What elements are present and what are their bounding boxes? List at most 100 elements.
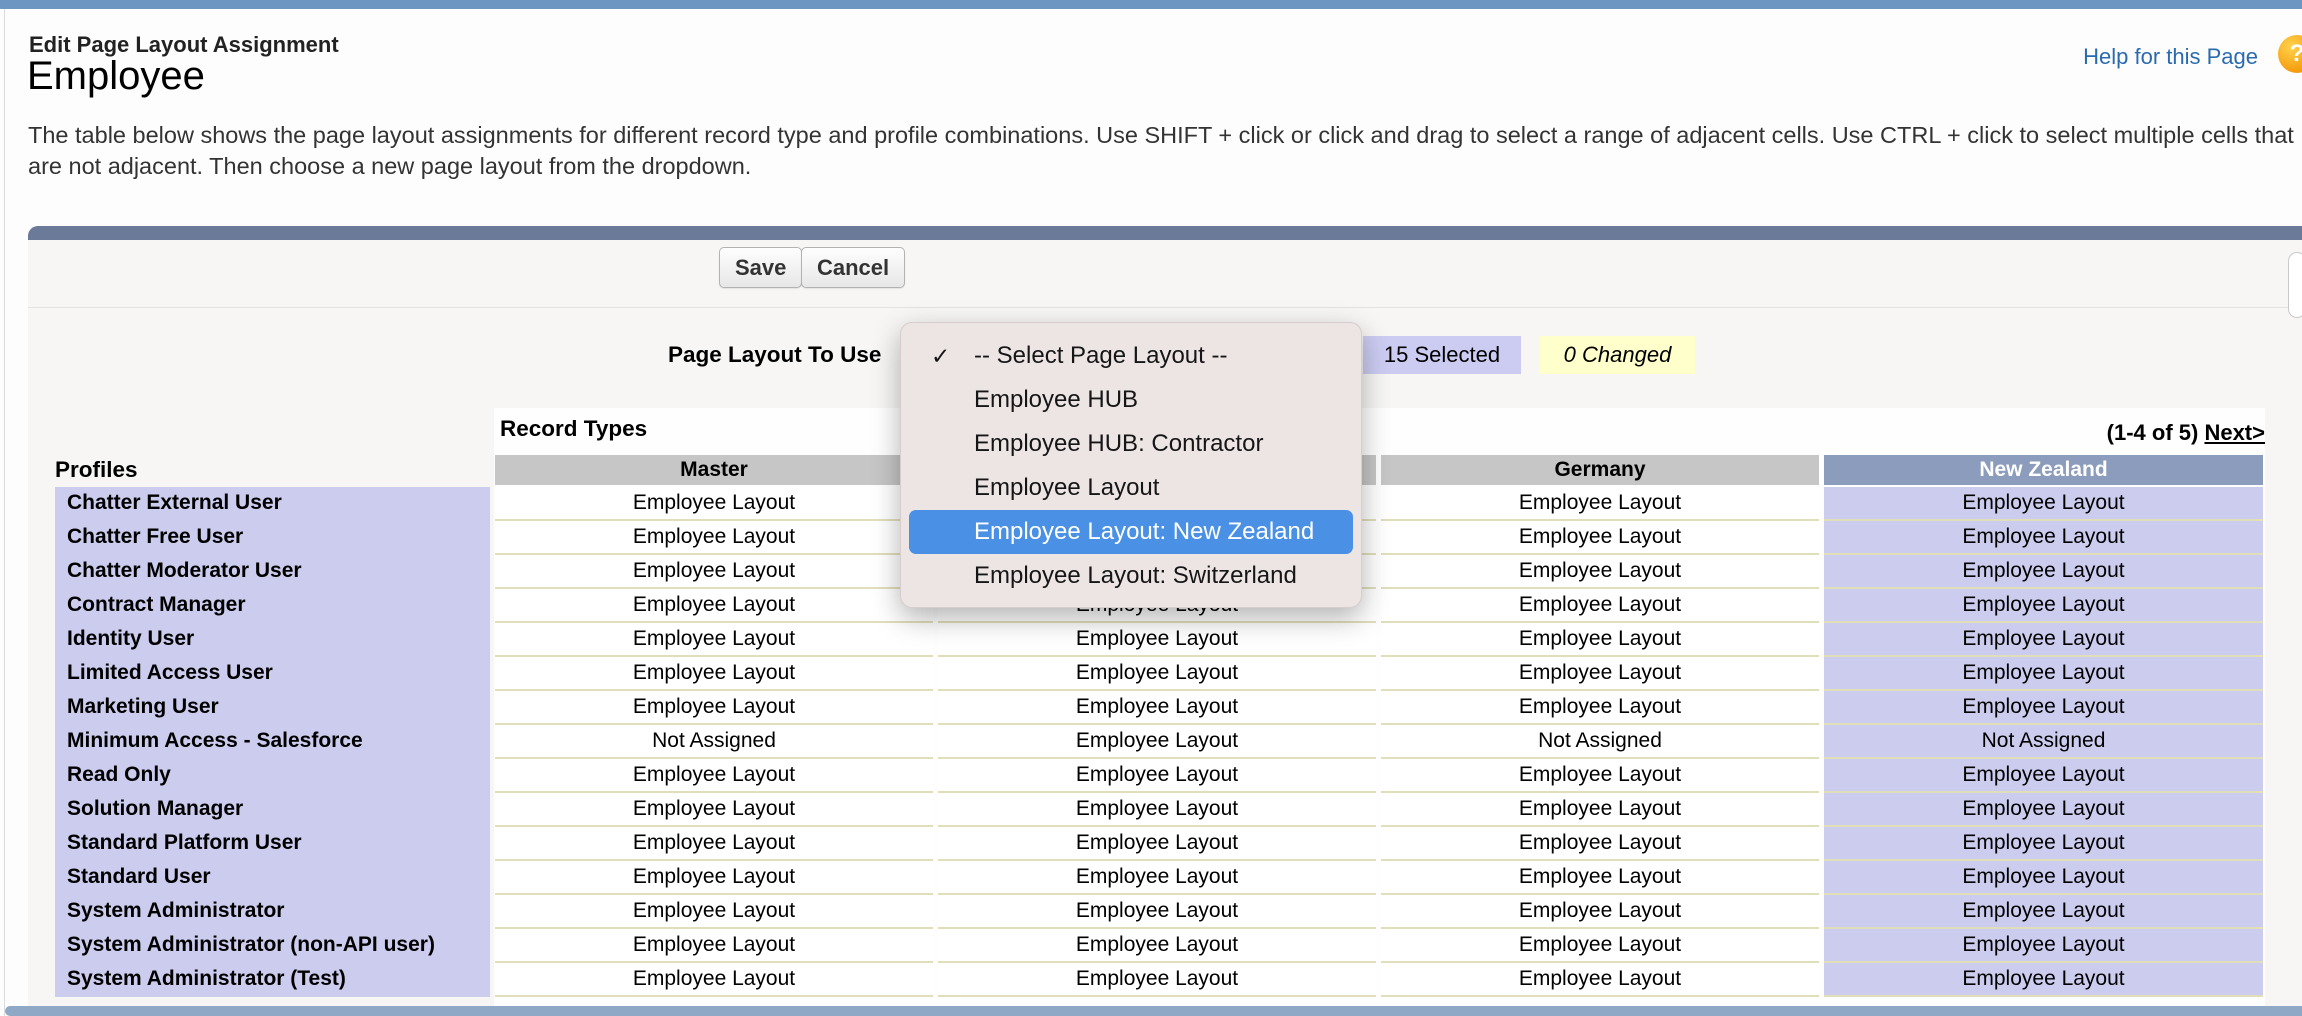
layout-cell[interactable]: Employee Layout	[1824, 487, 2263, 521]
layout-cell[interactable]: Employee Layout	[938, 827, 1376, 861]
layout-cell[interactable]: Employee Layout	[938, 623, 1376, 657]
layout-cell[interactable]: Employee Layout	[1824, 691, 2263, 725]
column-header[interactable]: Germany	[1381, 455, 1819, 485]
layout-cell[interactable]: Employee Layout	[495, 929, 933, 963]
layout-cell[interactable]: Not Assigned	[1824, 725, 2263, 759]
profile-cell[interactable]: Chatter External User	[55, 487, 490, 521]
profile-cell[interactable]: Contract Manager	[55, 589, 490, 623]
layout-cell[interactable]: Employee Layout	[1381, 589, 1819, 623]
section-divider	[28, 307, 2302, 308]
layout-cell[interactable]: Employee Layout	[938, 861, 1376, 895]
table-row: System Administrator (non-API user) Empl…	[55, 929, 2263, 963]
layout-cell[interactable]: Employee Layout	[1381, 827, 1819, 861]
layout-cell[interactable]: Employee Layout	[495, 793, 933, 827]
dropdown-option[interactable]: Employee Layout: Switzerland	[909, 554, 1353, 598]
column-header[interactable]: New Zealand	[1824, 455, 2263, 485]
layout-cell[interactable]: Employee Layout	[1381, 657, 1819, 691]
main-panel: Save Cancel Page Layout To Use 15 Select…	[28, 240, 2302, 1006]
horizontal-scrollbar[interactable]	[5, 1006, 2302, 1016]
dropdown-option[interactable]: Employee Layout	[909, 466, 1353, 510]
dropdown-option[interactable]: Employee HUB: Contractor	[909, 422, 1353, 466]
layout-cell[interactable]: Employee Layout	[495, 555, 933, 589]
profile-cell[interactable]: Identity User	[55, 623, 490, 657]
profile-cell[interactable]: System Administrator (non-API user)	[55, 929, 490, 963]
profile-cell[interactable]: Chatter Moderator User	[55, 555, 490, 589]
layout-cell[interactable]: Employee Layout	[1381, 861, 1819, 895]
profile-cell[interactable]: Marketing User	[55, 691, 490, 725]
layout-cell[interactable]: Employee Layout	[495, 589, 933, 623]
next-page-link[interactable]: Next>	[2204, 420, 2265, 445]
table-row: System Administrator Employee Layout Emp…	[55, 895, 2263, 929]
layout-cell[interactable]: Employee Layout	[938, 691, 1376, 725]
help-question-icon[interactable]: ?	[2278, 35, 2302, 73]
table-row: Marketing User Employee Layout Employee …	[55, 691, 2263, 725]
page-layout-to-use-label: Page Layout To Use	[668, 342, 881, 368]
profile-cell[interactable]: Minimum Access - Salesforce	[55, 725, 490, 759]
profile-cell[interactable]: System Administrator (Test)	[55, 963, 490, 997]
layout-cell[interactable]: Employee Layout	[938, 725, 1376, 759]
table-row: Identity User Employee Layout Employee L…	[55, 623, 2263, 657]
profile-cell[interactable]: Chatter Free User	[55, 521, 490, 555]
layout-cell[interactable]: Employee Layout	[938, 657, 1376, 691]
layout-cell[interactable]: Employee Layout	[495, 759, 933, 793]
layout-cell[interactable]: Not Assigned	[495, 725, 933, 759]
layout-cell[interactable]: Employee Layout	[1824, 793, 2263, 827]
dropdown-option[interactable]: ✓ -- Select Page Layout --	[909, 334, 1353, 378]
layout-cell[interactable]: Employee Layout	[938, 759, 1376, 793]
layout-cell[interactable]: Employee Layout	[1824, 657, 2263, 691]
profile-cell[interactable]: System Administrator	[55, 895, 490, 929]
page-title: Employee	[27, 54, 205, 99]
layout-cell[interactable]: Not Assigned	[1381, 725, 1819, 759]
layout-cell[interactable]: Employee Layout	[495, 691, 933, 725]
layout-cell[interactable]: Employee Layout	[938, 895, 1376, 929]
profile-cell[interactable]: Solution Manager	[55, 793, 490, 827]
layout-cell[interactable]: Employee Layout	[1824, 555, 2263, 589]
column-header[interactable]: Master	[495, 455, 933, 485]
layout-cell[interactable]: Employee Layout	[1824, 963, 2263, 997]
layout-cell[interactable]: Employee Layout	[1381, 691, 1819, 725]
help-link[interactable]: Help for this Page	[2083, 44, 2258, 70]
layout-cell[interactable]: Employee Layout	[495, 657, 933, 691]
layout-cell[interactable]: Employee Layout	[495, 487, 933, 521]
layout-cell[interactable]: Employee Layout	[495, 623, 933, 657]
layout-cell[interactable]: Employee Layout	[495, 827, 933, 861]
dropdown-option[interactable]: Employee HUB	[909, 378, 1353, 422]
layout-cell[interactable]: Employee Layout	[1824, 827, 2263, 861]
vertical-scrollbar-thumb[interactable]	[2288, 252, 2302, 318]
save-button[interactable]: Save	[719, 247, 802, 288]
profile-cell[interactable]: Limited Access User	[55, 657, 490, 691]
layout-cell[interactable]: Employee Layout	[495, 861, 933, 895]
layout-cell[interactable]: Employee Layout	[1824, 861, 2263, 895]
profile-cell[interactable]: Standard Platform User	[55, 827, 490, 861]
layout-cell[interactable]: Employee Layout	[938, 929, 1376, 963]
layout-cell[interactable]: Employee Layout	[1381, 929, 1819, 963]
layout-cell[interactable]: Employee Layout	[495, 963, 933, 997]
dropdown-option[interactable]: Employee Layout: New Zealand	[909, 510, 1353, 554]
left-border-line	[4, 9, 5, 1016]
layout-cell[interactable]: Employee Layout	[1824, 521, 2263, 555]
layout-cell[interactable]: Employee Layout	[1824, 589, 2263, 623]
cancel-button[interactable]: Cancel	[801, 247, 905, 288]
layout-cell[interactable]: Employee Layout	[1824, 759, 2263, 793]
layout-cell[interactable]: Employee Layout	[1824, 623, 2263, 657]
layout-cell[interactable]: Employee Layout	[495, 895, 933, 929]
profile-cell[interactable]: Standard User	[55, 861, 490, 895]
layout-cell[interactable]: Employee Layout	[938, 963, 1376, 997]
layout-cell[interactable]: Employee Layout	[1824, 929, 2263, 963]
layout-cell[interactable]: Employee Layout	[1381, 963, 1819, 997]
layout-cell[interactable]: Employee Layout	[1381, 521, 1819, 555]
profile-cell[interactable]: Read Only	[55, 759, 490, 793]
layout-cell[interactable]: Employee Layout	[1381, 759, 1819, 793]
layout-cell[interactable]: Employee Layout	[1381, 793, 1819, 827]
layout-cell[interactable]: Employee Layout	[1381, 487, 1819, 521]
layout-cell[interactable]: Employee Layout	[1381, 623, 1819, 657]
layout-cell[interactable]: Employee Layout	[1381, 895, 1819, 929]
layout-cell[interactable]: Employee Layout	[938, 793, 1376, 827]
layout-cell[interactable]: Employee Layout	[495, 521, 933, 555]
pagination: (1-4 of 5) Next>	[2107, 420, 2265, 446]
table-row: Minimum Access - Salesforce Not Assigned…	[55, 725, 2263, 759]
dropdown-option-label: Employee Layout	[974, 474, 1159, 501]
layout-cell[interactable]: Employee Layout	[1381, 555, 1819, 589]
layout-cell[interactable]: Employee Layout	[1824, 895, 2263, 929]
table-row: System Administrator (Test) Employee Lay…	[55, 963, 2263, 997]
